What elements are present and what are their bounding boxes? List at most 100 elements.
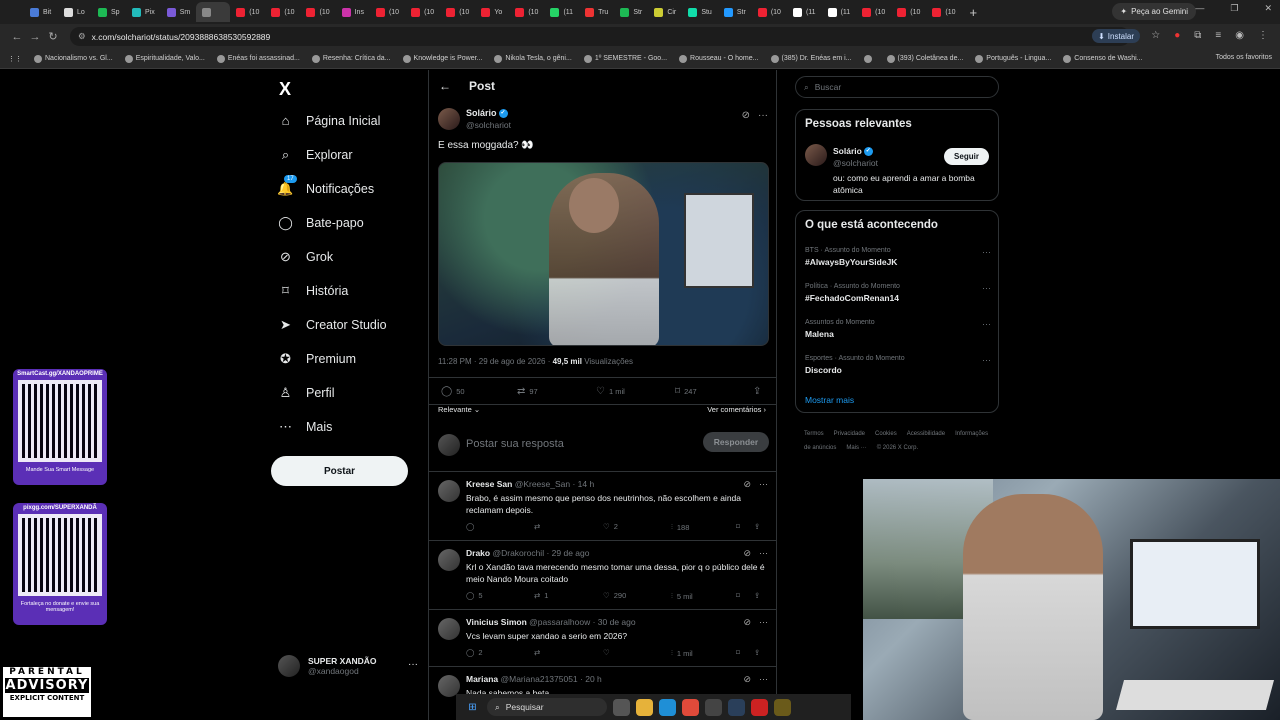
app-icon[interactable]: [774, 698, 791, 716]
avatar[interactable]: [438, 549, 460, 571]
reply-input[interactable]: Postar sua resposta: [466, 438, 564, 450]
bookmark-item[interactable]: Português - Lingua...: [975, 54, 1051, 63]
browser-tab[interactable]: (10: [926, 2, 961, 22]
browser-tab[interactable]: (11: [544, 2, 579, 22]
more-icon[interactable]: ···: [982, 247, 991, 257]
trend-item[interactable]: Esportes · Assunto do Momento Discordo ···: [805, 355, 991, 375]
browser-tab[interactable]: (10: [265, 2, 300, 22]
new-tab-icon[interactable]: +: [970, 5, 978, 20]
reply-time[interactable]: · 29 de ago: [546, 548, 589, 558]
reply-submit-button[interactable]: Responder: [703, 432, 769, 452]
grok-icon[interactable]: ⊘: [743, 548, 751, 559]
install-button[interactable]: ⬇ Instalar: [1092, 29, 1140, 43]
views-button[interactable]: ⫶ 188: [671, 522, 689, 532]
browser-tab[interactable]: (11: [822, 2, 857, 22]
more-icon[interactable]: ···: [982, 319, 991, 329]
share-button[interactable]: ⇪: [754, 648, 760, 657]
relevant-handle[interactable]: @solchariot: [833, 158, 878, 168]
bookmark-item[interactable]: Resenha: Crítica da...: [311, 54, 391, 63]
views-button[interactable]: ⫶ 1 mil: [671, 648, 693, 658]
browser-tab[interactable]: (10: [440, 2, 475, 22]
bookmark-item[interactable]: Espiritualidade, Valo...: [124, 54, 205, 63]
more-icon[interactable]: ···: [759, 674, 768, 685]
post-image[interactable]: [438, 162, 769, 346]
reply-author-handle[interactable]: @Mariana21375051: [501, 674, 578, 684]
footer-link[interactable]: Cookies: [875, 431, 897, 437]
like-button[interactable]: ♡: [603, 648, 614, 657]
grok-icon[interactable]: ⊘: [742, 110, 750, 121]
forward-icon[interactable]: →: [26, 31, 44, 43]
browser-tab[interactable]: (10: [856, 2, 891, 22]
more-icon[interactable]: ···: [982, 355, 991, 365]
browser-tab[interactable]: (10: [405, 2, 440, 22]
avatar[interactable]: [805, 144, 827, 166]
reply-author-name[interactable]: Drako: [466, 548, 490, 558]
share-button[interactable]: ⇪: [754, 591, 760, 600]
browser-tab[interactable]: [196, 2, 231, 22]
back-icon[interactable]: ←: [8, 31, 26, 43]
steam-icon[interactable]: [728, 698, 745, 716]
reply-button[interactable]: ◯ 5: [466, 591, 483, 600]
browser-tab[interactable]: Pix: [126, 2, 161, 22]
bookmark-item[interactable]: 1º SEMESTRE - Goo...: [583, 54, 667, 63]
reply-author-handle[interactable]: @passaralhoow: [529, 617, 590, 627]
trend-item[interactable]: Assuntos do Momento Malena ···: [805, 319, 991, 339]
repost-button[interactable]: ⇄: [534, 522, 544, 531]
browser-tab[interactable]: (11: [787, 2, 822, 22]
bookmark-item[interactable]: (393) Coletânea de...: [886, 54, 963, 63]
browser-tab[interactable]: Str: [718, 2, 752, 22]
like-button[interactable]: ♡ 2: [603, 522, 618, 531]
reply-author-name[interactable]: Kreese San: [466, 479, 512, 489]
reply-author-handle[interactable]: @Drakorochil: [492, 548, 544, 558]
more-icon[interactable]: ···: [982, 283, 991, 293]
sidebar-item-search[interactable]: ⌕ Explorar: [278, 147, 353, 162]
minimize-icon[interactable]: —: [1195, 3, 1204, 14]
like-button[interactable]: ♡ 1 mil: [596, 386, 625, 397]
taskbar-search[interactable]: ⌕ Pesquisar: [487, 698, 607, 716]
reply-time[interactable]: · 30 de ago: [593, 617, 636, 627]
grok-icon[interactable]: ⊘: [743, 479, 751, 490]
bookmark-item[interactable]: Consenso de Washi...: [1063, 54, 1143, 63]
sidebar-item-home[interactable]: ⌂ Página Inicial: [278, 113, 381, 128]
reply-item[interactable]: Kreese San @Kreese_San · 14 h ⊘ ··· Brabo, …: [429, 471, 776, 540]
file-explorer-icon[interactable]: [636, 698, 653, 716]
relevant-name[interactable]: Solário ✓: [833, 146, 873, 157]
url-input[interactable]: ⚙ x.com/solchariot/status/20938886385305…: [70, 27, 1130, 46]
profile-icon[interactable]: ◉: [1235, 30, 1244, 41]
grok-icon[interactable]: ⊘: [743, 617, 751, 628]
reply-item[interactable]: Vinicius Simon @passaralhoow · 30 de ago…: [429, 609, 776, 666]
close-icon[interactable]: ✕: [1264, 3, 1272, 14]
browser-tab[interactable]: Cir: [648, 2, 682, 22]
sidebar-item-premium[interactable]: ✪ Premium: [278, 351, 356, 366]
gemini-button[interactable]: ✦ Peça ao Gemini: [1112, 3, 1196, 20]
back-arrow-icon[interactable]: ←: [439, 79, 451, 93]
reply-time[interactable]: · 14 h: [572, 479, 594, 489]
more-icon[interactable]: ···: [759, 617, 768, 628]
view-comments-link[interactable]: Ver comentários ›: [707, 405, 766, 414]
menu-icon[interactable]: ⋮: [1258, 30, 1268, 41]
bookmark-item[interactable]: (385) Dr. Enéas em i...: [770, 54, 852, 63]
footer-link[interactable]: Mais ···: [846, 445, 866, 451]
browser-tab[interactable]: Str: [614, 2, 648, 22]
trend-item[interactable]: Política · Assunto do Momento #FechadoCom…: [805, 283, 991, 303]
reply-author-handle[interactable]: @Kreese_San: [515, 479, 570, 489]
browser-tab[interactable]: Stu: [682, 2, 718, 22]
browser-tab[interactable]: Lo: [58, 2, 92, 22]
avatar[interactable]: [438, 618, 460, 640]
bookmark-item[interactable]: [863, 54, 875, 63]
sort-dropdown[interactable]: Relevante ⌄: [438, 405, 480, 414]
share-button[interactable]: ⇪: [754, 522, 760, 531]
more-icon[interactable]: ···: [408, 659, 418, 670]
sidebar-item-chat[interactable]: ◯ Bate-papo: [278, 215, 363, 230]
browser-tab[interactable]: Sm: [161, 2, 197, 22]
footer-link[interactable]: Acessibilidade: [907, 431, 945, 437]
grok-icon[interactable]: ⊘: [743, 674, 751, 685]
browser-tab[interactable]: Yo: [475, 2, 509, 22]
reply-time[interactable]: · 20 h: [580, 674, 602, 684]
reply-button[interactable]: ◯ 50: [441, 386, 465, 397]
browser-tab[interactable]: (10: [300, 2, 335, 22]
browser-tab[interactable]: (10: [752, 2, 787, 22]
bookmark-button[interactable]: ⌑: [736, 591, 740, 600]
site-info-icon[interactable]: ⚙: [78, 31, 86, 42]
browser-tab[interactable]: (10: [891, 2, 926, 22]
